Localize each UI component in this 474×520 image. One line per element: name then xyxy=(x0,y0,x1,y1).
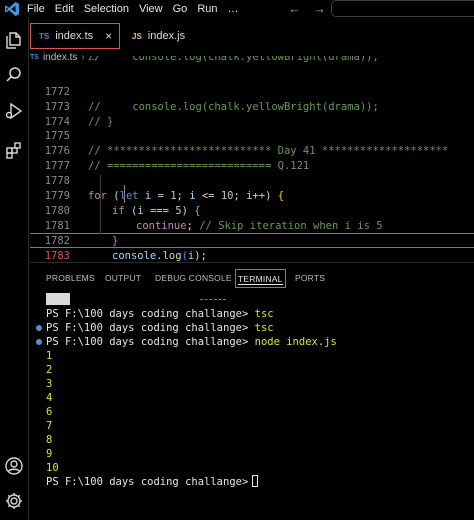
back-arrow-icon[interactable]: ← xyxy=(288,0,301,18)
code-line-current: 1783 }; xyxy=(30,233,474,277)
tab-output[interactable]: OUTPUT xyxy=(105,273,141,283)
javascript-file-icon: JS xyxy=(132,31,142,41)
extensions-icon[interactable] xyxy=(4,140,24,160)
menu-go[interactable]: Go xyxy=(173,1,188,17)
terminal-output-line: 3 xyxy=(46,378,53,390)
code-line: 1777 xyxy=(30,144,474,172)
explorer-files-icon[interactable] xyxy=(4,30,24,50)
code-line-partial: // console.log(chalk.yellowBright(drama)… xyxy=(88,56,379,63)
typescript-file-icon: TS xyxy=(39,31,50,41)
terminal-output-line: 6 xyxy=(46,406,53,418)
navigation-arrows: ← → xyxy=(288,0,326,18)
forward-arrow-icon[interactable]: → xyxy=(313,0,326,18)
terminal-output-line: 8 xyxy=(46,434,53,446)
account-icon[interactable] xyxy=(4,456,24,476)
code-line: 1775 // ************************** Day 4… xyxy=(30,114,474,157)
menu-edit[interactable]: Edit xyxy=(55,1,74,17)
activity-bar xyxy=(0,18,29,520)
title-bar: File Edit Selection View Go Run … ← → xyxy=(0,0,474,18)
menu-view[interactable]: View xyxy=(139,1,163,17)
editor-tabs: TS index.ts × JS index.js xyxy=(30,23,474,49)
code-line: 1774 xyxy=(30,100,474,128)
tab-label: index.ts xyxy=(55,30,94,42)
code-line: 1772 // console.log(chalk.yellowBright(d… xyxy=(30,70,474,113)
menu-run[interactable]: Run xyxy=(197,1,217,17)
terminal-output-line: 10 xyxy=(46,462,59,474)
menu-more[interactable]: … xyxy=(228,1,239,17)
code-line: 1779 if (i === 5) { xyxy=(30,174,474,217)
code-line: 1780 continue; // Skip iteration when i … xyxy=(30,189,474,232)
terminal-output-line: 2 xyxy=(46,364,53,376)
vscode-logo-icon[interactable] xyxy=(4,1,20,17)
indent-guide xyxy=(100,175,101,234)
terminal-cursor xyxy=(252,475,259,487)
terminal-output-line: 9 xyxy=(46,448,53,460)
search-icon[interactable] xyxy=(4,65,24,85)
menu-selection[interactable]: Selection xyxy=(84,1,129,17)
tab-terminal[interactable]: TERMINAL xyxy=(235,269,286,288)
command-center-search[interactable] xyxy=(331,0,474,17)
bottom-panel: PROBLEMS OUTPUT DEBUG CONSOLE TERMINAL P… xyxy=(30,262,474,520)
code-line: 1784 xyxy=(30,248,474,276)
code-line: 1776 // ========================== Q.121 xyxy=(30,129,474,172)
command-decoration-icon[interactable] xyxy=(36,325,42,331)
terminal-line: PS F:\100 days coding challange> tsc xyxy=(46,322,274,334)
terminal-prompt-line[interactable]: PS F:\100 days coding challange> xyxy=(46,475,259,489)
indent-guide-active xyxy=(124,185,125,203)
tab-debug-console[interactable]: DEBUG CONSOLE xyxy=(155,273,232,283)
code-line: 1778 for (let i = 1; i <= 10; i++) { xyxy=(30,159,474,202)
menu-bar: File Edit Selection View Go Run … xyxy=(27,1,249,17)
terminal-highlight-box xyxy=(46,293,70,305)
terminal-output-line: 1 xyxy=(46,350,53,362)
tab-ports[interactable]: PORTS xyxy=(295,273,325,283)
menu-file[interactable]: File xyxy=(27,1,45,17)
code-editor[interactable]: // console.log(chalk.yellowBright(drama)… xyxy=(30,56,474,277)
close-icon[interactable]: × xyxy=(105,29,112,43)
terminal-output-line: 7 xyxy=(46,420,53,432)
code-line: 1782 console.log(i); xyxy=(30,219,474,262)
terminal-line: PS F:\100 days coding challange> node in… xyxy=(46,336,337,348)
settings-gear-icon[interactable] xyxy=(4,491,24,511)
terminal-line: PS F:\100 days coding challange> tsc xyxy=(46,308,274,320)
panel-tabs: PROBLEMS OUTPUT DEBUG CONSOLE TERMINAL P… xyxy=(30,269,474,288)
command-decoration-icon[interactable] xyxy=(36,339,42,345)
run-debug-icon[interactable] xyxy=(4,101,24,121)
code-line: 1781 } xyxy=(30,204,474,247)
tab-index-ts[interactable]: TS index.ts × xyxy=(30,23,120,49)
tab-index-js[interactable]: JS index.js xyxy=(124,23,214,49)
tab-label: index.js xyxy=(147,30,186,42)
code-line: 1773 // } xyxy=(30,85,474,128)
tab-problems[interactable]: PROBLEMS xyxy=(46,273,95,283)
terminal-output-line: 4 xyxy=(46,392,53,404)
error-squiggle xyxy=(200,297,226,300)
